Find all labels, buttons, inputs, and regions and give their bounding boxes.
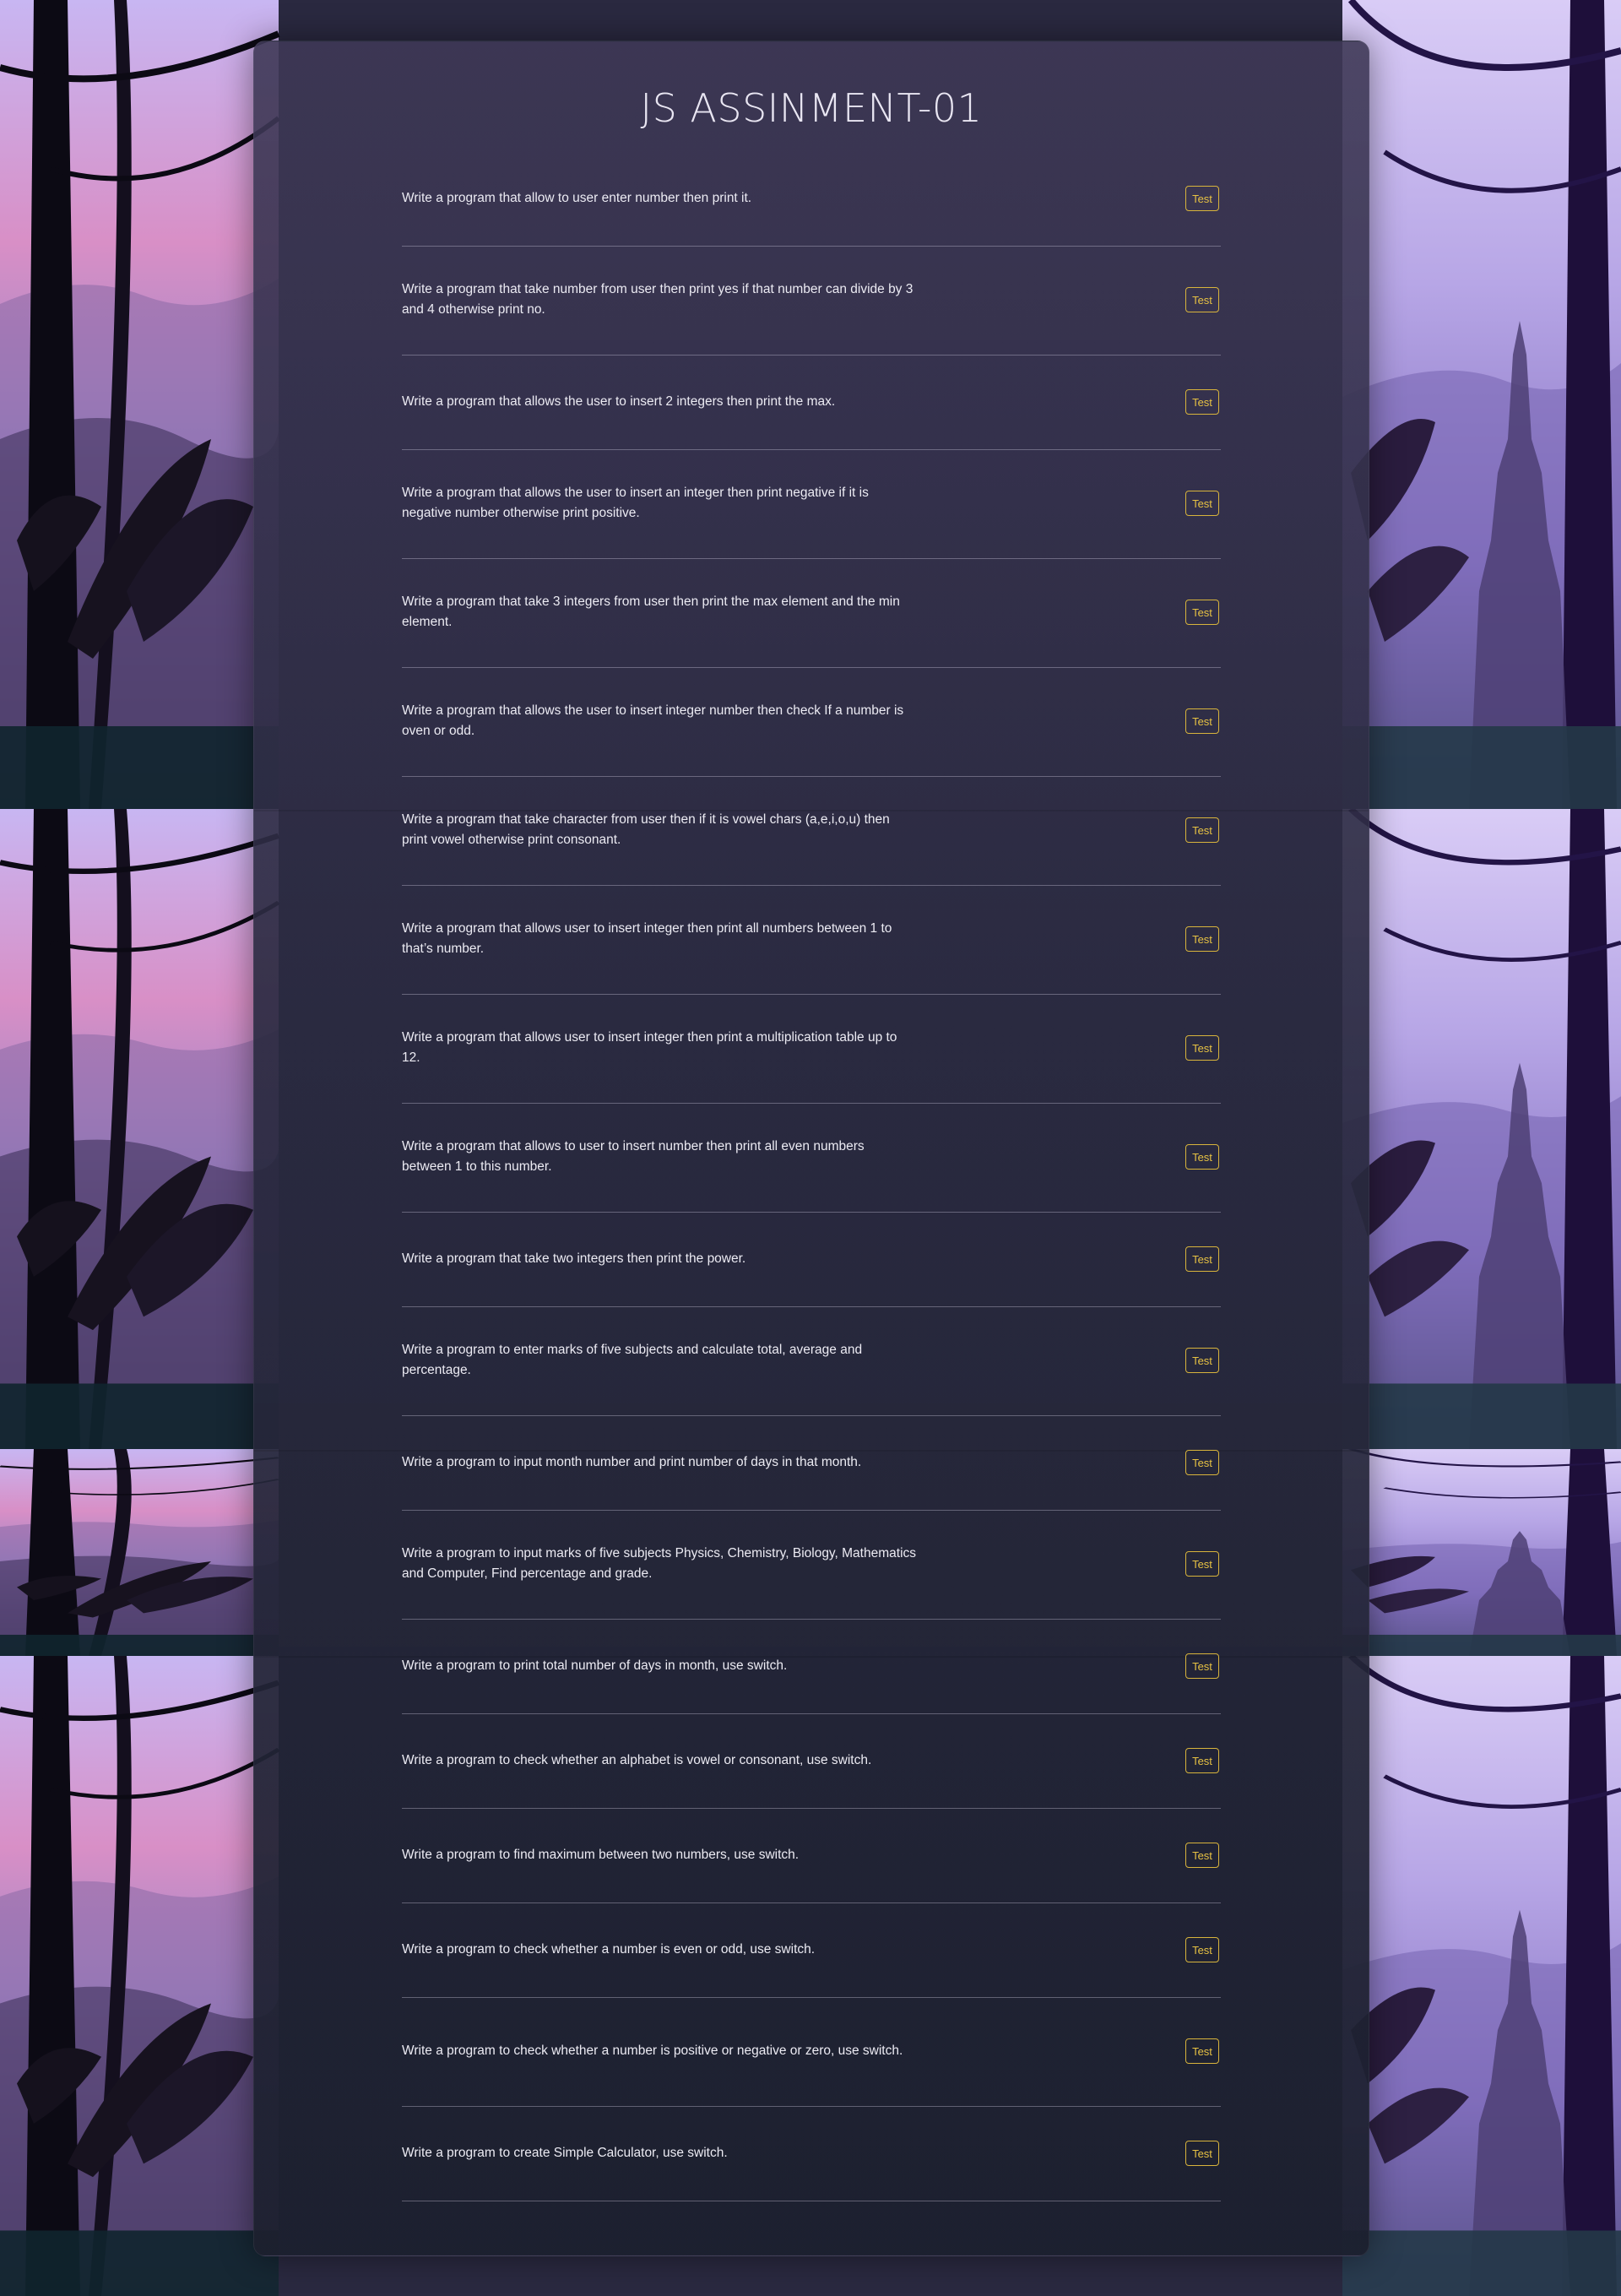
- exercise-question: Write a program to check whether a numbe…: [402, 1942, 816, 1957]
- exercise-row: Write a program that allows the user to …: [402, 667, 1221, 777]
- exercise-row: Write a program to check whether a numbe…: [402, 1997, 1221, 2107]
- exercise-row: Write a program to check whether a numbe…: [402, 1902, 1221, 1998]
- exercise-row: Write a program to input marks of five s…: [402, 1510, 1221, 1620]
- test-button[interactable]: Test: [1185, 1748, 1219, 1773]
- exercise-question: Write a program that allows user to inse…: [402, 921, 892, 956]
- exercise-row: Write a program to print total number of…: [402, 1619, 1221, 1714]
- exercise-row: Write a program to find maximum between …: [402, 1808, 1221, 1903]
- exercise-row: Write a program to check whether an alph…: [402, 1713, 1221, 1809]
- exercise-question: Write a program that take character from…: [402, 812, 890, 847]
- exercise-question: Write a program to input marks of five s…: [402, 1546, 917, 1581]
- test-button[interactable]: Test: [1185, 1937, 1219, 1962]
- test-button[interactable]: Test: [1185, 708, 1219, 734]
- test-button[interactable]: Test: [1185, 817, 1219, 843]
- test-button[interactable]: Test: [1185, 1843, 1219, 1868]
- test-button[interactable]: Test: [1185, 186, 1219, 211]
- exercise-row: Write a program that take number from us…: [402, 246, 1221, 356]
- exercise-row: Write a program that allow to user enter…: [402, 170, 1221, 247]
- exercise-question: Write a program that allows user to inse…: [402, 1030, 897, 1065]
- test-button[interactable]: Test: [1185, 600, 1219, 625]
- test-button[interactable]: Test: [1185, 926, 1219, 952]
- test-button[interactable]: Test: [1185, 1551, 1219, 1577]
- exercise-row: Write a program that take 3 integers fro…: [402, 558, 1221, 668]
- test-button[interactable]: Test: [1185, 287, 1219, 312]
- exercise-question: Write a program to check whether a numbe…: [402, 2044, 903, 2058]
- test-button[interactable]: Test: [1185, 1035, 1219, 1061]
- test-button[interactable]: Test: [1185, 389, 1219, 415]
- test-button[interactable]: Test: [1185, 491, 1219, 516]
- exercise-row: Write a program to create Simple Calcula…: [402, 2106, 1221, 2201]
- exercise-question: Write a program that allows the user to …: [402, 394, 836, 409]
- exercise-row: Write a program that allows the user to …: [402, 449, 1221, 559]
- exercise-row: Write a program to input month number an…: [402, 1415, 1221, 1511]
- assignment-card: JS ASSINMENT-01 Write a program that all…: [253, 41, 1369, 2256]
- exercise-row: Write a program that allows the user to …: [402, 355, 1221, 450]
- exercise-question: Write a program to check whether an alph…: [402, 1753, 872, 1767]
- exercise-question: Write a program to print total number of…: [402, 1658, 788, 1673]
- test-button[interactable]: Test: [1185, 1348, 1219, 1373]
- exercise-question: Write a program to create Simple Calcula…: [402, 2146, 728, 2160]
- exercise-question: Write a program to find maximum between …: [402, 1848, 800, 1862]
- exercise-row: Write a program that take character from…: [402, 776, 1221, 886]
- test-button[interactable]: Test: [1185, 2038, 1219, 2064]
- exercise-row: Write a program that allows user to inse…: [402, 885, 1221, 995]
- exercise-row: Write a program that allows user to inse…: [402, 994, 1221, 1104]
- test-button[interactable]: Test: [1185, 2141, 1219, 2166]
- test-button[interactable]: Test: [1185, 1246, 1219, 1272]
- exercise-question: Write a program that allows the user to …: [402, 486, 869, 520]
- exercise-row: Write a program that take two integers t…: [402, 1212, 1221, 1307]
- test-button[interactable]: Test: [1185, 1653, 1219, 1679]
- exercise-question: Write a program that allows the user to …: [402, 703, 904, 738]
- test-button[interactable]: Test: [1185, 1144, 1219, 1170]
- exercise-question: Write a program that take number from us…: [402, 282, 914, 317]
- exercise-question: Write a program to enter marks of five s…: [402, 1343, 863, 1377]
- exercise-question: Write a program that take two integers t…: [402, 1251, 746, 1266]
- exercise-row: Write a program that allows to user to i…: [402, 1103, 1221, 1213]
- exercise-row: Write a program to enter marks of five s…: [402, 1306, 1221, 1416]
- exercise-question: Write a program that allow to user enter…: [402, 191, 752, 205]
- exercise-question: Write a program that take 3 integers fro…: [402, 594, 900, 629]
- page-title: JS ASSINMENT-01: [640, 85, 983, 131]
- test-button[interactable]: Test: [1185, 1450, 1219, 1475]
- exercise-question: Write a program to input month number an…: [402, 1455, 862, 1469]
- exercise-question: Write a program that allows to user to i…: [402, 1139, 865, 1174]
